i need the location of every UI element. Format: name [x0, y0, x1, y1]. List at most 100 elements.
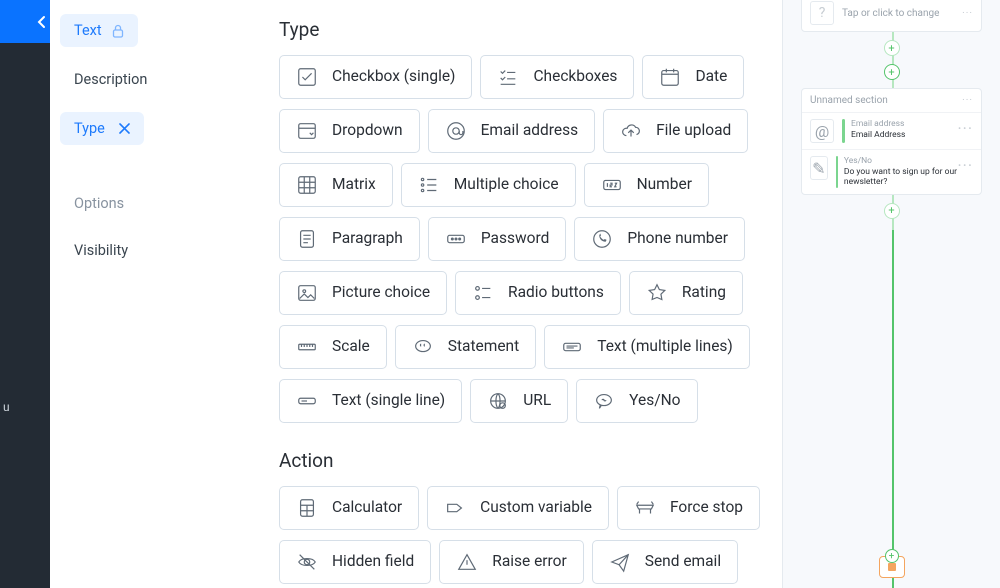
question-icon: ?: [810, 1, 834, 25]
tile-radio[interactable]: Radio buttons: [455, 271, 621, 315]
tile-statement[interactable]: Statement: [395, 325, 536, 369]
tile-force-stop[interactable]: Force stop: [617, 486, 760, 530]
star-icon: [646, 282, 668, 304]
tile-label: Matrix: [332, 177, 376, 193]
tile-label: Checkboxes: [533, 69, 617, 85]
dropdown-icon: [296, 120, 318, 142]
tile-matrix[interactable]: Matrix: [279, 163, 393, 207]
calc-icon: [296, 497, 318, 519]
barrier-icon: [634, 497, 656, 519]
tile-label: Paragraph: [332, 231, 403, 247]
action-grid: Calculator Custom variable Force stop Hidde…: [279, 486, 774, 588]
at-icon: @: [810, 119, 834, 143]
preview-question-yesno[interactable]: ✎ Yes/No Do you want to sign up for our …: [802, 149, 981, 194]
tag-icon: [444, 497, 466, 519]
nav-description[interactable]: Description: [60, 65, 245, 94]
tile-label: Text (multiple lines): [597, 339, 733, 355]
tile-checkboxes[interactable]: Checkboxes: [480, 55, 634, 99]
preview-placeholder-card[interactable]: ? Tap or click to change ···: [801, 0, 982, 32]
tile-email[interactable]: Email address: [428, 109, 595, 153]
tile-raise-error[interactable]: Raise error: [439, 540, 583, 584]
more-icon[interactable]: ···: [962, 8, 973, 19]
tile-label: Rating: [682, 285, 726, 301]
tile-calculator[interactable]: Calculator: [279, 486, 419, 530]
tile-label: Email address: [481, 123, 578, 139]
tile-password[interactable]: Password: [428, 217, 566, 261]
main-panel: Type Checkbox (single) Checkboxes Date Drop…: [255, 0, 782, 588]
tile-rating[interactable]: Rating: [629, 271, 743, 315]
tile-file-upload[interactable]: File upload: [603, 109, 748, 153]
tile-label: Picture choice: [332, 285, 430, 301]
back-button[interactable]: [0, 0, 50, 43]
rail-letter: u: [3, 400, 10, 414]
phone-icon: [591, 228, 613, 250]
add-before-end-button[interactable]: +: [885, 549, 899, 563]
tile-label: URL: [523, 393, 551, 409]
close-icon[interactable]: [119, 123, 130, 134]
tile-hidden-field[interactable]: Hidden field: [279, 540, 431, 584]
nav-options[interactable]: Options: [60, 189, 245, 218]
q-label: Do you want to sign up for our newslette…: [844, 167, 958, 188]
tile-label: Text (single line): [332, 393, 445, 409]
tile-text-single[interactable]: Text (single line): [279, 379, 462, 423]
nav-visibility[interactable]: Visibility: [60, 236, 245, 265]
image-icon: [296, 282, 318, 304]
more-icon[interactable]: ···: [957, 119, 973, 143]
type-grid: Checkbox (single) Checkboxes Date Dropdown E…: [279, 55, 774, 423]
tile-label: Force stop: [670, 500, 743, 516]
tile-label: Hidden field: [332, 554, 414, 570]
q-label: Email Address: [851, 130, 905, 141]
speech-icon: ✎: [810, 156, 828, 180]
tile-label: Dropdown: [332, 123, 403, 139]
tile-url[interactable]: URL: [470, 379, 568, 423]
add-section-button[interactable]: +: [884, 64, 900, 80]
tile-label: File upload: [656, 123, 731, 139]
tile-custom-variable[interactable]: Custom variable: [427, 486, 609, 530]
property-nav: Text Description Type Options Visibility: [50, 0, 255, 588]
tile-dropdown[interactable]: Dropdown: [279, 109, 420, 153]
section-type-title: Type: [279, 18, 774, 41]
nav-type[interactable]: Type: [60, 112, 144, 145]
preview-question-email[interactable]: @ Email address Email Address ···: [802, 112, 981, 149]
preview-end-node[interactable]: +: [879, 556, 905, 578]
123-icon: [601, 174, 623, 196]
preview-section[interactable]: Unnamed section ··· @ Email address Emai…: [801, 88, 982, 195]
tile-label: Yes/No: [629, 393, 680, 409]
tile-label: Custom variable: [480, 500, 592, 516]
tile-checkbox-single[interactable]: Checkbox (single): [279, 55, 472, 99]
tile-label: Statement: [448, 339, 519, 355]
more-icon[interactable]: ···: [957, 156, 973, 188]
tile-paragraph[interactable]: Paragraph: [279, 217, 420, 261]
textlines-icon: [561, 336, 583, 358]
quote-icon: [412, 336, 434, 358]
speech-icon: [593, 390, 615, 412]
more-icon[interactable]: ···: [962, 95, 973, 106]
ruler-icon: [296, 336, 318, 358]
tile-number[interactable]: Number: [584, 163, 709, 207]
tile-date[interactable]: Date: [642, 55, 744, 99]
tile-label: Raise error: [492, 554, 566, 570]
warn-icon: [456, 551, 478, 573]
lock-icon: [112, 24, 124, 38]
tile-yesno[interactable]: Yes/No: [576, 379, 697, 423]
tile-send-email[interactable]: Send email: [592, 540, 738, 584]
tile-phone[interactable]: Phone number: [574, 217, 745, 261]
tile-picture-choice[interactable]: Picture choice: [279, 271, 447, 315]
grid-icon: [296, 174, 318, 196]
tile-label: Scale: [332, 339, 370, 355]
preview-placeholder-text: Tap or click to change: [842, 8, 939, 19]
tile-label: Date: [695, 69, 727, 85]
add-block-button[interactable]: +: [884, 203, 900, 219]
eye-off-icon: [296, 551, 318, 573]
tile-scale[interactable]: Scale: [279, 325, 387, 369]
add-block-button[interactable]: +: [884, 40, 900, 56]
tile-label: Checkbox (single): [332, 69, 455, 85]
doc-icon: [296, 228, 318, 250]
tile-label: Multiple choice: [454, 177, 559, 193]
checklist-icon: [497, 66, 519, 88]
tile-text-multi[interactable]: Text (multiple lines): [544, 325, 750, 369]
tile-label: Password: [481, 231, 549, 247]
nav-text[interactable]: Text: [60, 14, 138, 47]
tile-multiple-choice[interactable]: Multiple choice: [401, 163, 576, 207]
q-type-label: Email address: [851, 119, 905, 130]
